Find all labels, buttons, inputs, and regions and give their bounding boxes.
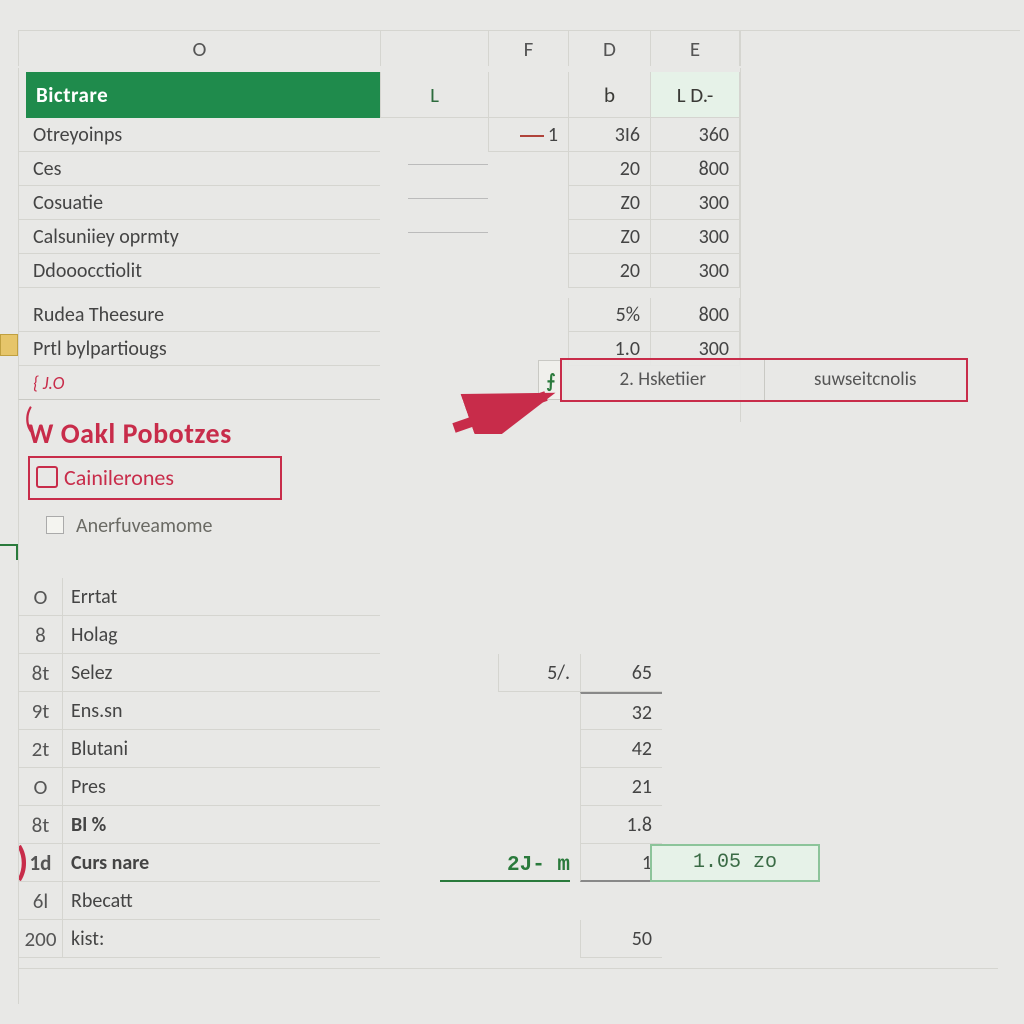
box-icon — [46, 516, 64, 534]
row-number: 2t — [19, 730, 63, 768]
callout-tab-1[interactable]: 2. Hsketiier — [562, 360, 765, 400]
annotation-highlight-button[interactable]: Cainilerones — [28, 456, 282, 500]
row-label: Ens.sn — [71, 692, 122, 730]
checkbox-icon — [36, 466, 58, 488]
list-row-7-f[interactable]: 2J- m — [440, 844, 570, 882]
row-label: Bl % — [71, 806, 106, 844]
list-row-3[interactable]: 9t Ens.sn — [18, 692, 380, 730]
callout-tab-group: 2. Hsketiier suwseitcnolis — [560, 358, 968, 402]
cell-row5-e[interactable]: 300 — [650, 254, 740, 288]
table-header-label: Bictrare — [26, 72, 380, 118]
table-header-E: L D.- — [650, 72, 740, 118]
annotation-secondary-label: Anerfuveamome — [76, 514, 212, 538]
row-label: Errtat — [71, 578, 117, 616]
list-row-2-f[interactable]: 5/. — [498, 654, 580, 692]
column-header-blank[interactable] — [740, 30, 1020, 66]
cell-underline — [408, 220, 488, 233]
cell-row6-e[interactable]: 800 — [650, 298, 740, 332]
row-label: Selez — [71, 654, 112, 692]
row-number: 9t — [19, 692, 63, 730]
cell-row4-name[interactable]: Calsuniiey oprmty — [18, 220, 380, 254]
list-row-5-d[interactable]: 21 — [580, 768, 662, 806]
column-header-E[interactable]: E — [650, 30, 740, 66]
cell-value: 2J- m — [507, 854, 570, 877]
grid-line — [18, 968, 998, 969]
list-row-4-d[interactable]: 42 — [580, 730, 662, 768]
cell-row2-d[interactable]: 20 — [568, 152, 650, 186]
column-header-L[interactable] — [380, 30, 488, 66]
table-header-F — [488, 72, 568, 118]
cell-row1-name[interactable]: Otreyoinps — [18, 118, 380, 152]
row-number: 8t — [19, 654, 63, 692]
cell-row8-name[interactable]: { J.O — [18, 366, 380, 400]
row-label: Pres — [71, 768, 106, 806]
callout-tab-2[interactable]: suwseitcnolis — [765, 360, 967, 400]
cell-underline — [408, 186, 488, 199]
cell-row3-d[interactable]: Z0 — [568, 186, 650, 220]
table-header-D: b — [568, 72, 650, 118]
list-row-3-d[interactable]: 32 — [580, 692, 662, 730]
cell-underline — [408, 152, 488, 165]
list-row-4[interactable]: 2t Blutani — [18, 730, 380, 768]
row-selector-tab[interactable] — [0, 334, 18, 356]
row-label: Curs nare — [71, 844, 149, 882]
gutter-mark — [0, 544, 18, 560]
cell-row7-name[interactable]: Prtl bylpartiougs — [18, 332, 380, 366]
list-row-0[interactable]: O Errtat — [18, 578, 380, 616]
column-header-O[interactable]: O — [18, 30, 380, 66]
cell-row1-d[interactable]: 3I6 — [568, 118, 650, 152]
list-row-8[interactable]: 6l Rbecatt — [18, 882, 380, 920]
annotation-title: W Oakl Pobotzes — [28, 416, 232, 451]
cell-row8-mark: { J.O — [33, 372, 64, 394]
cell-row2-name[interactable]: Ces — [18, 152, 380, 186]
list-row-9[interactable]: 200 kist: — [18, 920, 380, 958]
row-label: Blutani — [71, 730, 128, 768]
cell-row3-name[interactable]: Cosuatie — [18, 186, 380, 220]
list-row-6-d[interactable]: 1.8 — [580, 806, 662, 844]
list-row-2-d[interactable]: 65 — [580, 654, 662, 692]
cell-row1-e[interactable]: 360 — [650, 118, 740, 152]
row-label: Rbecatt — [71, 882, 133, 920]
spreadsheet-viewport[interactable]: O F D E Bictrare L b L D.- Otreyoinps 1 … — [0, 0, 1024, 1024]
row-number: 6l — [19, 882, 63, 920]
cell-row4-e[interactable]: 300 — [650, 220, 740, 254]
row-label: Holag — [71, 616, 118, 654]
annotation-highlight-label: Cainilerones — [64, 464, 174, 491]
cell-row3-e[interactable]: 300 — [650, 186, 740, 220]
row-number: O — [19, 578, 63, 616]
cell-row2-e[interactable]: 800 — [650, 152, 740, 186]
cell-row6-name[interactable]: Rudea Theesure — [18, 298, 380, 332]
table-header-L: L — [380, 72, 488, 118]
column-header-D[interactable]: D — [568, 30, 650, 66]
list-row-9-d[interactable]: 50 — [580, 920, 662, 958]
row-number: 200 — [19, 920, 63, 958]
selected-cell[interactable]: 1.05 zo — [650, 844, 820, 882]
cell-row5-name[interactable]: Ddooocctiolit — [18, 254, 380, 288]
list-row-6[interactable]: 8t Bl % — [18, 806, 380, 844]
cell-row1-f[interactable]: 1 — [488, 118, 568, 152]
row-number: 8 — [19, 616, 63, 654]
column-header-F[interactable]: F — [488, 30, 568, 66]
list-row-7[interactable]: 1d Curs nare — [18, 844, 380, 882]
cell-value: 1 — [548, 123, 558, 147]
row-number: O — [19, 768, 63, 806]
cell-row6-d[interactable]: 5% — [568, 298, 650, 332]
list-row-2[interactable]: 8t Selez — [18, 654, 380, 692]
list-row-5[interactable]: O Pres — [18, 768, 380, 806]
row-label: kist: — [71, 920, 104, 958]
cell-row4-d[interactable]: Z0 — [568, 220, 650, 254]
cell-row5-d[interactable]: 20 — [568, 254, 650, 288]
row-number: 1d — [19, 844, 63, 882]
annotation-secondary[interactable]: Anerfuveamome — [46, 514, 212, 538]
list-row-1[interactable]: 8 Holag — [18, 616, 380, 654]
